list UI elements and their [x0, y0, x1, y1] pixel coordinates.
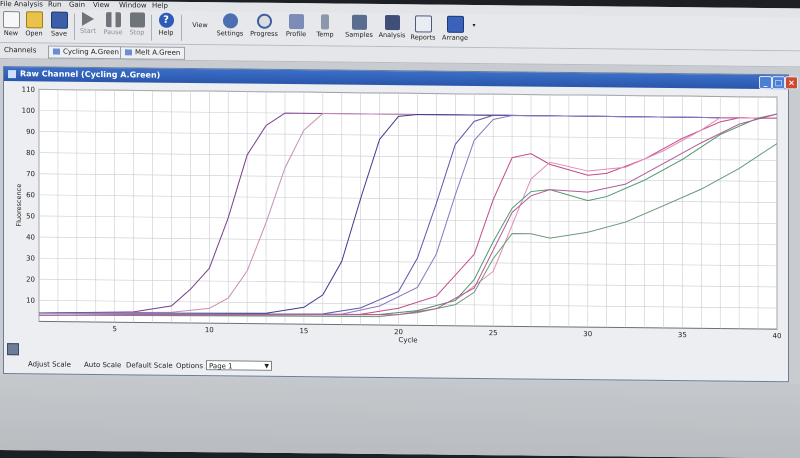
stopwatch-icon	[256, 13, 272, 29]
x-tick-label: 30	[583, 330, 592, 338]
help-icon: ?	[158, 12, 174, 28]
stop-icon	[129, 12, 145, 28]
reports-icon	[414, 15, 432, 33]
raw-channel-chart: 10 20 30 40 50 60 70 80 90 100 110 5 10 15 20 25 30 35 40 C…	[15, 86, 782, 345]
open-button[interactable]: Open	[23, 11, 45, 41]
x-tick-label: 10	[205, 326, 214, 334]
adjust-scale-button[interactable]: Adjust Scale	[28, 359, 71, 369]
tab-cycling-a-green[interactable]: Cycling A.Green	[48, 45, 124, 60]
raw-channel-window: Raw Channel (Cycling A.Green) _ □ × 10 20…	[3, 66, 798, 383]
thermometer-icon	[321, 14, 329, 30]
window-title: Raw Channel (Cycling A.Green)	[20, 69, 161, 80]
floppy-disk-icon	[50, 11, 68, 29]
page-select[interactable]: Page 1 ▼	[206, 360, 272, 371]
chevron-down-icon: ▼	[264, 362, 269, 370]
tab-melt-a-green[interactable]: Melt A.Green	[120, 46, 186, 60]
y-tick-label: 100	[22, 107, 35, 115]
progress-button[interactable]: Progress	[248, 13, 280, 44]
options-label: Options	[176, 361, 204, 371]
channels-label: Channels	[4, 46, 37, 55]
maximize-button[interactable]: □	[772, 76, 785, 90]
pause-icon	[105, 12, 121, 28]
profile-chart-icon	[288, 14, 304, 30]
y-tick-label: 110	[22, 86, 35, 94]
save-button[interactable]: Save	[48, 11, 70, 42]
x-tick-label: 25	[489, 329, 498, 337]
toolbar-separator	[151, 14, 152, 41]
x-tick-label: 5	[112, 325, 116, 333]
windows-arrange-icon	[446, 15, 464, 33]
analysis-icon	[384, 15, 400, 31]
minimize-button[interactable]: _	[759, 75, 772, 90]
menu-gain[interactable]: Gain	[69, 1, 85, 9]
y-tick-label: 10	[26, 297, 35, 305]
stop-button[interactable]: Stop	[127, 12, 147, 42]
y-tick-label: 20	[26, 276, 35, 284]
y-tick-label: 40	[26, 233, 35, 241]
gear-icon	[222, 13, 238, 29]
y-axis-label: Fluorescence	[15, 184, 23, 227]
y-tick-label: 30	[26, 255, 35, 263]
play-icon	[82, 11, 94, 26]
auto-scale-button[interactable]: Auto Scale	[84, 360, 121, 370]
menu-help[interactable]: Help	[152, 2, 168, 10]
new-file-icon	[2, 11, 20, 29]
menu-view[interactable]: View	[93, 1, 110, 9]
settings-button[interactable]: Settings	[215, 13, 245, 43]
toolbar-separator	[181, 14, 182, 41]
default-scale-button[interactable]: Default Scale	[126, 360, 173, 370]
page-select-value: Page 1	[209, 362, 233, 371]
chart-corner-icon[interactable]	[7, 343, 19, 356]
analysis-button[interactable]: Analysis	[377, 15, 407, 45]
x-tick-label: 15	[299, 327, 308, 335]
pause-button[interactable]: Pause	[102, 12, 124, 42]
x-tick-label: 20	[394, 328, 403, 336]
help-button[interactable]: ? Help	[155, 12, 177, 43]
channel-tab-icon	[53, 48, 60, 55]
y-tick-label: 60	[26, 191, 35, 199]
menu-window[interactable]: Window	[119, 1, 147, 9]
x-tick-label: 35	[678, 331, 687, 339]
new-button[interactable]: New	[2, 11, 20, 41]
reports-button[interactable]: Reports	[409, 15, 437, 45]
y-tick-label: 90	[26, 128, 35, 136]
plot-area	[38, 88, 778, 330]
menu-file[interactable]: File	[0, 0, 12, 8]
x-axis-label: Cycle	[398, 336, 417, 344]
profile-button[interactable]: Profile	[283, 14, 309, 44]
start-button[interactable]: Start	[78, 11, 98, 42]
screen: File Analysis Run Gain View Window Help …	[0, 0, 800, 458]
samples-button[interactable]: Samples	[344, 14, 374, 45]
y-tick-label: 80	[26, 149, 35, 157]
y-tick-label: 50	[26, 212, 35, 220]
x-tick-label: 40	[773, 332, 782, 340]
close-button[interactable]: ×	[785, 76, 798, 90]
channel-tab-icon	[125, 49, 132, 56]
samples-icon	[351, 14, 367, 30]
temp-button[interactable]: Temp	[314, 14, 336, 44]
toolbar-separator	[74, 13, 75, 40]
y-tick-label: 70	[26, 170, 35, 178]
menu-run[interactable]: Run	[48, 1, 61, 9]
desktop-background	[0, 375, 800, 458]
arrange-button[interactable]: Arrange	[440, 15, 470, 46]
window-app-icon	[8, 69, 16, 78]
folder-icon	[25, 11, 43, 29]
menu-analysis[interactable]: Analysis	[14, 0, 43, 8]
